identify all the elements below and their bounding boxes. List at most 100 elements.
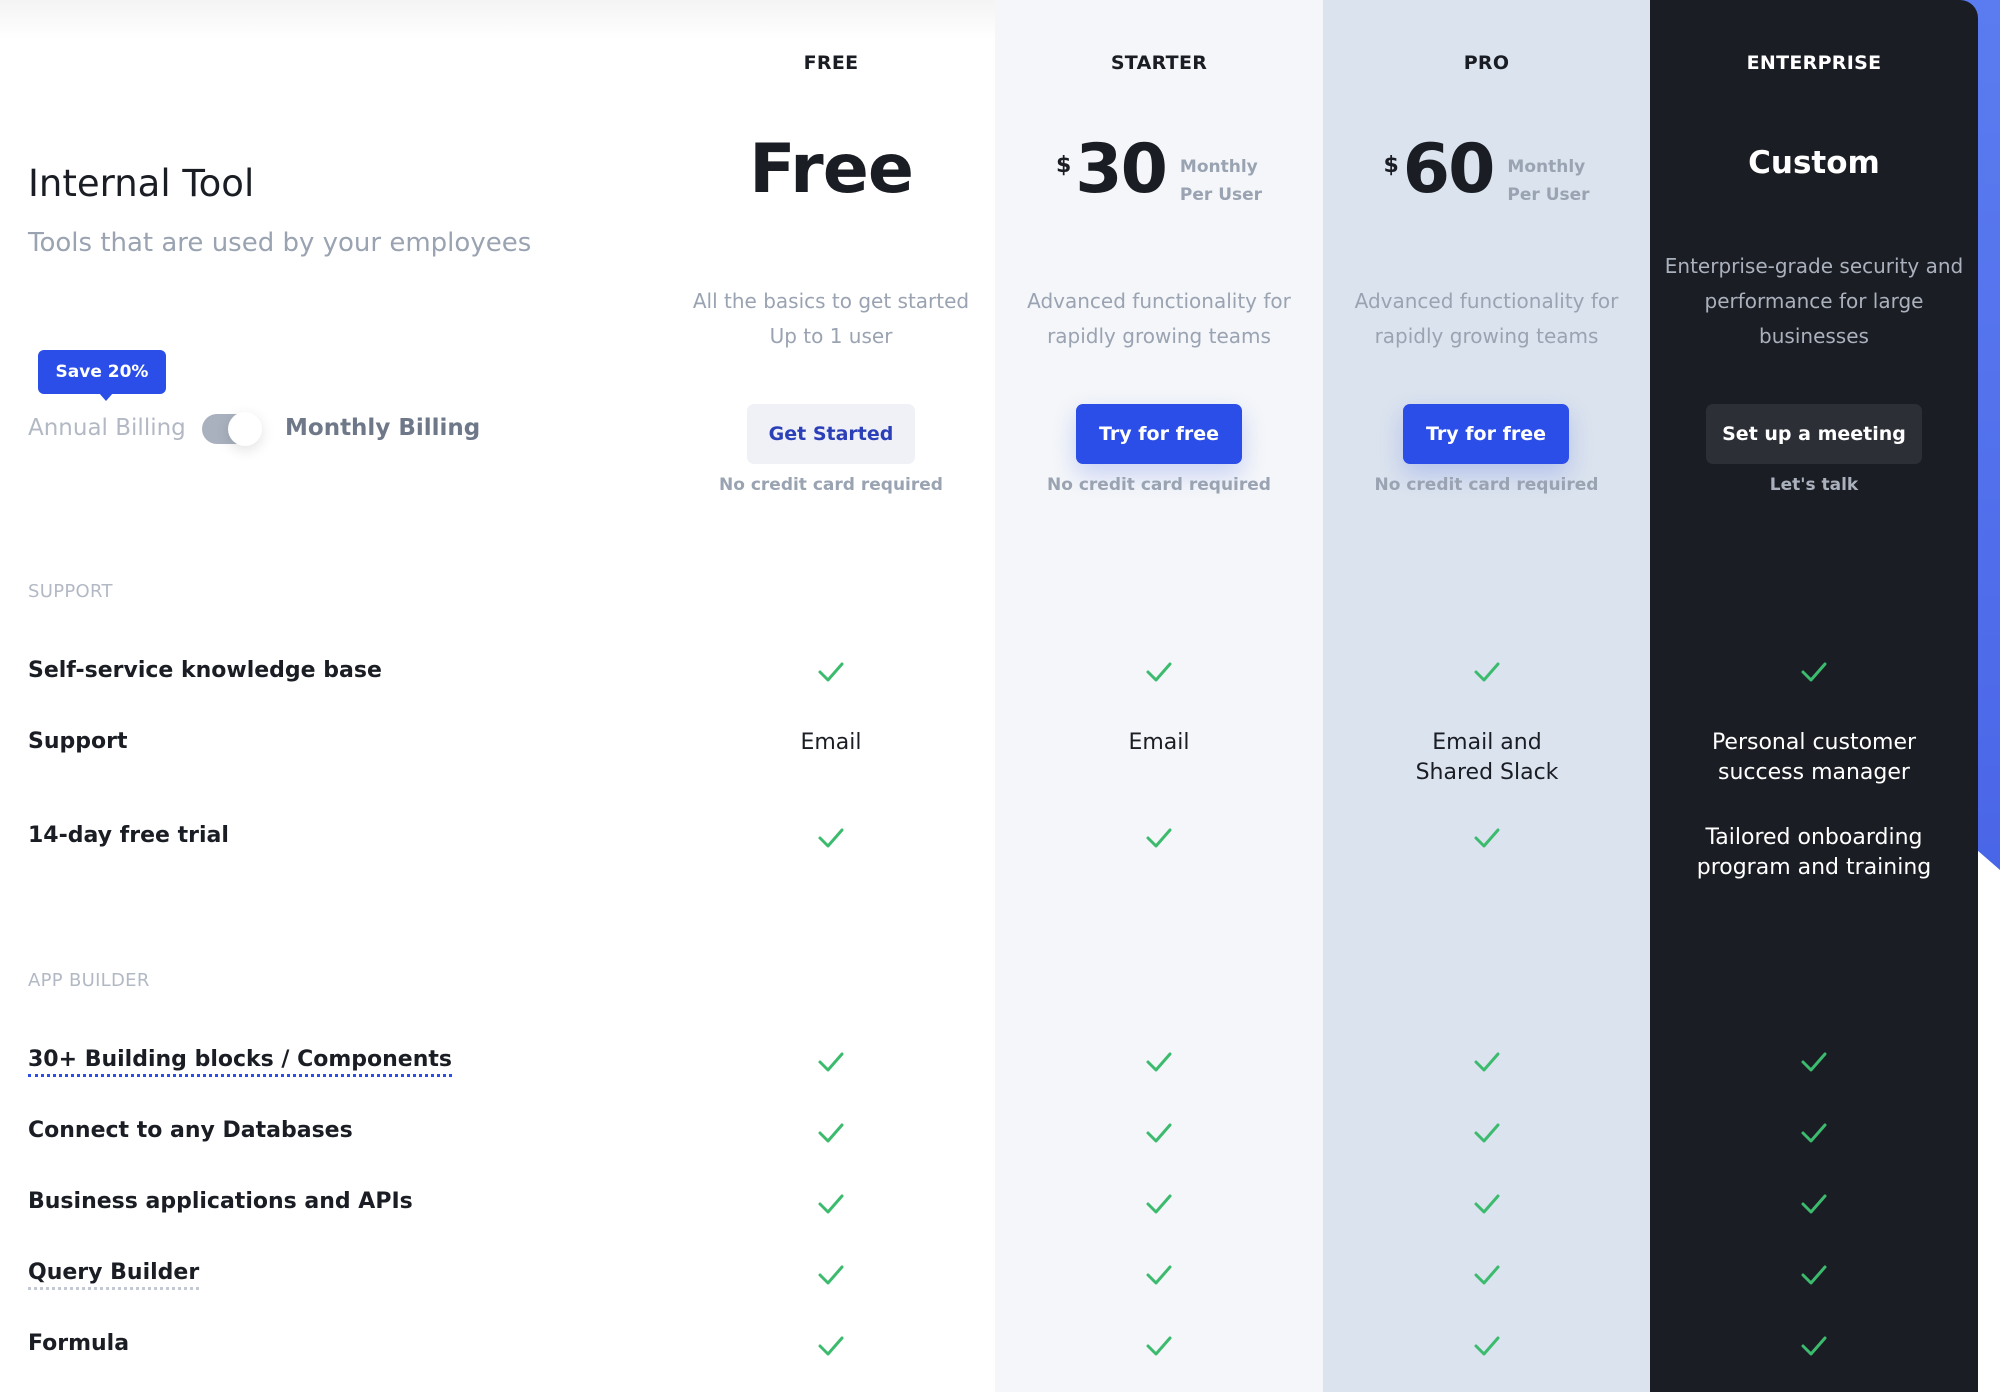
cell-text-line: success manager: [1718, 760, 1910, 785]
check-icon: [818, 662, 844, 682]
cell-text-line: program and training: [1696, 855, 1932, 880]
plan-column-enterprise: ENTERPRISE Custom Enterprise-grade secur…: [1650, 0, 1978, 1392]
feature-cell: [1323, 826, 1651, 850]
feature-cell: [1650, 1121, 1978, 1145]
check-icon: [1474, 828, 1500, 848]
check-icon: [818, 1123, 844, 1143]
feature-cell: [667, 1334, 995, 1358]
feature-cell: [667, 1263, 995, 1287]
check-icon: [818, 1194, 844, 1214]
check-icon: [1474, 1052, 1500, 1072]
feature-cell: [1323, 1334, 1651, 1358]
feature-cell: [667, 826, 995, 850]
feature-cell: [1650, 1050, 1978, 1074]
feature-cell: Email and Shared Slack: [1323, 728, 1651, 788]
feature-cell: [1323, 1121, 1651, 1145]
check-icon: [1801, 1194, 1827, 1214]
check-icon: [1801, 1052, 1827, 1072]
check-icon: [1146, 1052, 1172, 1072]
feature-cell: [667, 1192, 995, 1216]
plan-price: $ 60 Monthly Per User: [1323, 135, 1650, 209]
plan-name: PRO: [1463, 52, 1510, 74]
feature-cell: [995, 1050, 1323, 1074]
check-icon: [1474, 1265, 1500, 1285]
annual-billing-label[interactable]: Annual Billing: [28, 415, 186, 441]
check-icon: [818, 828, 844, 848]
period-line: Per User: [1507, 185, 1590, 205]
check-icon: [1474, 1194, 1500, 1214]
feature-cell: Email: [667, 728, 995, 758]
desc-line: businesses: [1759, 324, 1869, 348]
check-icon: [1801, 1265, 1827, 1285]
feature-cell: [995, 660, 1323, 684]
try-for-free-button[interactable]: Try for free: [1076, 404, 1242, 464]
cell-text-line: Email: [1128, 730, 1190, 755]
plan-description: All the basics to get started Up to 1 us…: [677, 284, 985, 354]
feature-cell: [995, 1121, 1323, 1145]
feature-cell: Email: [995, 728, 1323, 758]
currency-symbol: $: [1055, 153, 1072, 178]
feature-cell: [1323, 1192, 1651, 1216]
feature-label-tooltip[interactable]: Query Builder: [28, 1260, 200, 1290]
feature-cell: [1650, 660, 1978, 684]
plan-description: Advanced functionality for rapidly growi…: [1333, 284, 1640, 354]
plan-column-starter: STARTER $ 30 Monthly Per User Advanced fu…: [995, 0, 1323, 1392]
save-badge-label: Save 20%: [55, 362, 149, 382]
plan-name: FREE: [803, 52, 859, 74]
feature-label: Connect to any Databases: [28, 1118, 353, 1143]
check-icon: [1801, 662, 1827, 682]
plan-price: Custom: [1748, 145, 1880, 181]
feature-cell: [667, 1050, 995, 1074]
check-icon: [1146, 1194, 1172, 1214]
section-title-support: SUPPORT: [28, 581, 113, 602]
plan-note: No credit card required: [1374, 475, 1599, 495]
get-started-button[interactable]: Get Started: [747, 404, 915, 464]
check-icon: [818, 1336, 844, 1356]
feature-cell: [1323, 660, 1651, 684]
feature-cell: [995, 1334, 1323, 1358]
price-period: Monthly Per User: [1180, 153, 1262, 209]
check-icon: [1146, 1265, 1172, 1285]
currency-symbol: $: [1383, 153, 1399, 178]
price-amount: 30: [1075, 130, 1168, 209]
feature-label: Self-service knowledge base: [28, 658, 382, 683]
badge-pointer: [99, 393, 113, 401]
period-line: Monthly: [1179, 157, 1258, 177]
plan-name: ENTERPRISE: [1746, 52, 1882, 74]
feature-cell: [667, 1121, 995, 1145]
toggle-knob: [228, 412, 262, 446]
plan-note: No credit card required: [1047, 475, 1271, 495]
feature-cell: [667, 660, 995, 684]
feature-cell: [1650, 1263, 1978, 1287]
check-icon: [1801, 1336, 1827, 1356]
feature-label-tooltip[interactable]: 30+ Building blocks / Components: [28, 1047, 453, 1077]
plan-note: No credit card required: [719, 475, 943, 495]
plan-price: Free: [749, 130, 914, 209]
feature-label: Support: [28, 729, 128, 754]
desc-line: All the basics to get started: [692, 289, 970, 313]
check-icon: [818, 1265, 844, 1285]
monthly-billing-label[interactable]: Monthly Billing: [285, 415, 480, 441]
save-badge: Save 20%: [38, 350, 166, 401]
check-icon: [1146, 828, 1172, 848]
feature-cell: Personal customer success manager: [1650, 728, 1978, 788]
plan-note: Let's talk: [1769, 475, 1859, 495]
desc-line: Up to 1 user: [769, 324, 893, 348]
feature-cell: [1323, 1050, 1651, 1074]
try-for-free-button[interactable]: Try for free: [1403, 404, 1569, 464]
desc-line: Enterprise-grade security and: [1664, 254, 1964, 278]
check-icon: [1801, 1123, 1827, 1143]
desc-line: performance for large: [1704, 289, 1924, 313]
billing-toggle[interactable]: [202, 412, 262, 446]
feature-cell: [1650, 1334, 1978, 1358]
feature-cell: [995, 1192, 1323, 1216]
check-icon: [1146, 1336, 1172, 1356]
desc-line: rapidly growing teams: [1047, 324, 1271, 348]
check-icon: [818, 1052, 844, 1072]
check-icon: [1474, 1123, 1500, 1143]
set-up-meeting-button[interactable]: Set up a meeting: [1706, 404, 1922, 464]
plan-name: STARTER: [1110, 52, 1208, 74]
cell-text-line: Shared Slack: [1415, 760, 1559, 785]
period-line: Monthly: [1507, 157, 1586, 177]
cell-text-line: Email: [800, 730, 862, 755]
